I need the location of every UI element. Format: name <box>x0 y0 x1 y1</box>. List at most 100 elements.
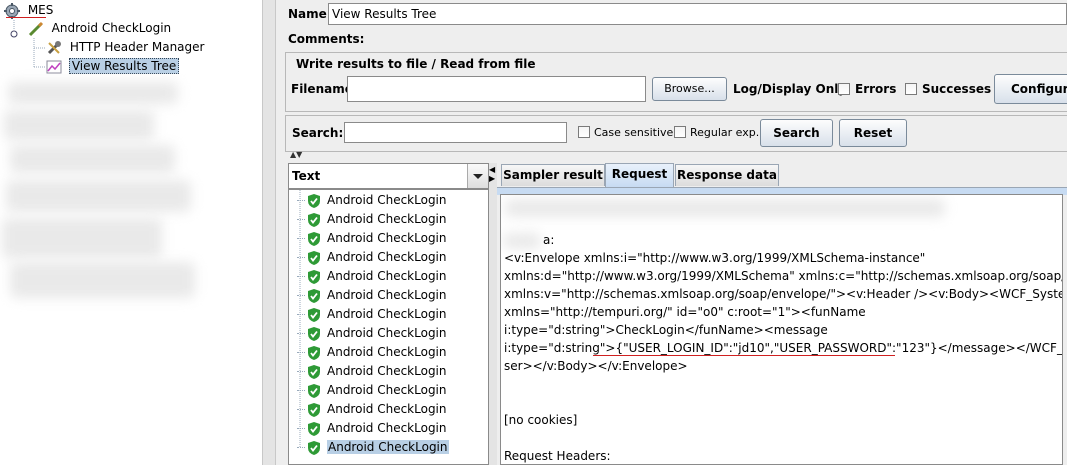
success-shield-icon <box>307 288 321 303</box>
success-shield-icon <box>307 307 321 322</box>
errors-checkbox[interactable] <box>838 83 850 95</box>
pencil-icon <box>28 21 44 37</box>
request-line: xmlns:d="http://www.w3.org/1999/XMLSchem… <box>504 269 1062 283</box>
success-shield-icon <box>307 364 321 379</box>
tree-node-header-manager-label: HTTP Header Manager <box>69 40 205 54</box>
list-item[interactable]: Android CheckLogin <box>297 210 447 229</box>
regular-exp-checkbox[interactable] <box>674 126 686 138</box>
list-item[interactable]: Android CheckLogin <box>297 229 447 248</box>
tab-response-data[interactable]: Response data <box>675 164 779 186</box>
success-shield-icon <box>307 440 321 455</box>
list-item-label: Android CheckLogin <box>327 250 447 264</box>
name-label: Name: <box>288 7 332 21</box>
request-line: <v:Envelope xmlns:i="http://www.w3.org/1… <box>504 251 926 265</box>
errors-label: Errors <box>855 82 897 96</box>
test-plan-tree[interactable]: MES Android CheckLogin HTTP Header Manag… <box>0 0 262 465</box>
tree-connector <box>297 428 305 429</box>
name-field[interactable] <box>328 3 1067 25</box>
wrench-icon <box>46 40 62 56</box>
list-item-label: Android CheckLogin <box>327 326 447 340</box>
list-item[interactable]: Android CheckLogin <box>297 381 447 400</box>
tree-connector <box>297 200 305 201</box>
tree-connector <box>297 257 305 258</box>
tree-connector <box>297 295 305 296</box>
tree-connector <box>297 447 305 448</box>
success-shield-icon <box>307 212 321 227</box>
list-item-label: Android CheckLogin <box>327 440 449 454</box>
list-item-label: Android CheckLogin <box>327 364 447 378</box>
list-item[interactable]: Android CheckLogin <box>297 419 447 438</box>
list-item-label: Android CheckLogin <box>327 231 447 245</box>
renderer-select-value: Text <box>292 169 321 183</box>
list-item-label: Android CheckLogin <box>327 345 447 359</box>
request-line: ser></v:Body></v:Envelope> <box>504 359 688 373</box>
list-item-label: Android CheckLogin <box>327 288 447 302</box>
list-item[interactable]: Android CheckLogin <box>297 286 447 305</box>
list-item[interactable]: Android CheckLogin <box>297 191 447 210</box>
tree-node-header-manager[interactable]: HTTP Header Manager <box>46 38 204 56</box>
list-item[interactable]: Android CheckLogin <box>297 343 447 362</box>
list-item[interactable]: Android CheckLogin <box>297 362 447 381</box>
redacted-region <box>2 218 162 258</box>
filename-label: Filename <box>291 82 353 96</box>
list-item[interactable]: Android CheckLogin <box>297 438 449 457</box>
tree-connector <box>297 238 305 239</box>
chart-icon <box>46 59 62 75</box>
success-shield-icon <box>307 421 321 436</box>
configure-button[interactable]: Configure <box>994 74 1067 104</box>
browse-button[interactable]: Browse... <box>652 77 727 101</box>
tab-sampler-result[interactable]: Sampler result <box>501 164 605 186</box>
list-item-label: Android CheckLogin <box>327 383 447 397</box>
request-partial-line: a: <box>543 233 555 247</box>
splitter-arrows-icon[interactable]: ◀ ▶ <box>489 165 495 183</box>
success-shield-icon <box>307 345 321 360</box>
request-line: i:type="d:string">CheckLogin</funName><m… <box>504 323 828 337</box>
tree-connector <box>297 219 305 220</box>
list-splitter[interactable]: ◀ ▶ <box>489 163 497 465</box>
search-input[interactable] <box>344 122 567 143</box>
request-line: xmlns="http://tempuri.org/" id="o0" c:ro… <box>504 305 866 319</box>
list-item-label: Android CheckLogin <box>327 212 447 226</box>
reset-button[interactable]: Reset <box>839 119 907 147</box>
list-item-label: Android CheckLogin <box>327 269 447 283</box>
success-shield-icon <box>307 231 321 246</box>
redacted-region <box>505 199 945 217</box>
results-list[interactable]: Android CheckLogin Android CheckLogin Andr… <box>288 189 489 465</box>
write-results-title: Write results to file / Read from file <box>294 57 538 71</box>
case-sensitive-checkbox[interactable] <box>578 126 590 138</box>
success-shield-icon <box>307 383 321 398</box>
redacted-region <box>503 233 541 249</box>
redacted-region <box>10 262 195 298</box>
request-cookies: [no cookies] <box>504 413 578 427</box>
expand-toggle-icon[interactable] <box>10 25 18 37</box>
redacted-region <box>6 180 191 212</box>
split-pane-divider[interactable] <box>262 0 276 465</box>
redacted-region <box>8 82 178 104</box>
filename-field[interactable] <box>347 76 646 102</box>
tab-request[interactable]: Request <box>605 163 674 187</box>
list-item[interactable]: Android CheckLogin <box>297 324 447 343</box>
search-button[interactable]: Search <box>760 119 833 147</box>
case-sensitive-label: Case sensitive <box>594 126 674 139</box>
success-shield-icon <box>307 193 321 208</box>
list-item[interactable]: Android CheckLogin <box>297 400 447 419</box>
request-text-area[interactable]: a: <v:Envelope xmlns:i="http://www.w3.or… <box>500 194 1063 465</box>
list-item[interactable]: Android CheckLogin <box>297 267 447 286</box>
tree-node-results-tree[interactable]: View Results Tree <box>46 57 180 75</box>
list-item-label: Android CheckLogin <box>327 421 447 435</box>
list-item[interactable]: Android CheckLogin <box>297 305 447 324</box>
renderer-select[interactable]: Text <box>288 163 489 189</box>
chevron-down-icon[interactable] <box>467 164 488 188</box>
tree-connector <box>297 314 305 315</box>
list-item-label: Android CheckLogin <box>327 193 447 207</box>
success-shield-icon <box>307 402 321 417</box>
log-display-label: Log/Display Only: <box>733 82 851 96</box>
tree-connector <box>297 352 305 353</box>
collapse-arrows-icon[interactable]: ▲▼ <box>290 150 302 159</box>
tree-node-thread-group[interactable]: Android CheckLogin <box>10 19 171 37</box>
list-item[interactable]: Android CheckLogin <box>297 248 447 267</box>
annotation-underline <box>593 355 895 356</box>
successes-checkbox[interactable] <box>905 83 917 95</box>
redacted-region <box>10 145 175 173</box>
successes-label: Successes <box>922 82 992 96</box>
